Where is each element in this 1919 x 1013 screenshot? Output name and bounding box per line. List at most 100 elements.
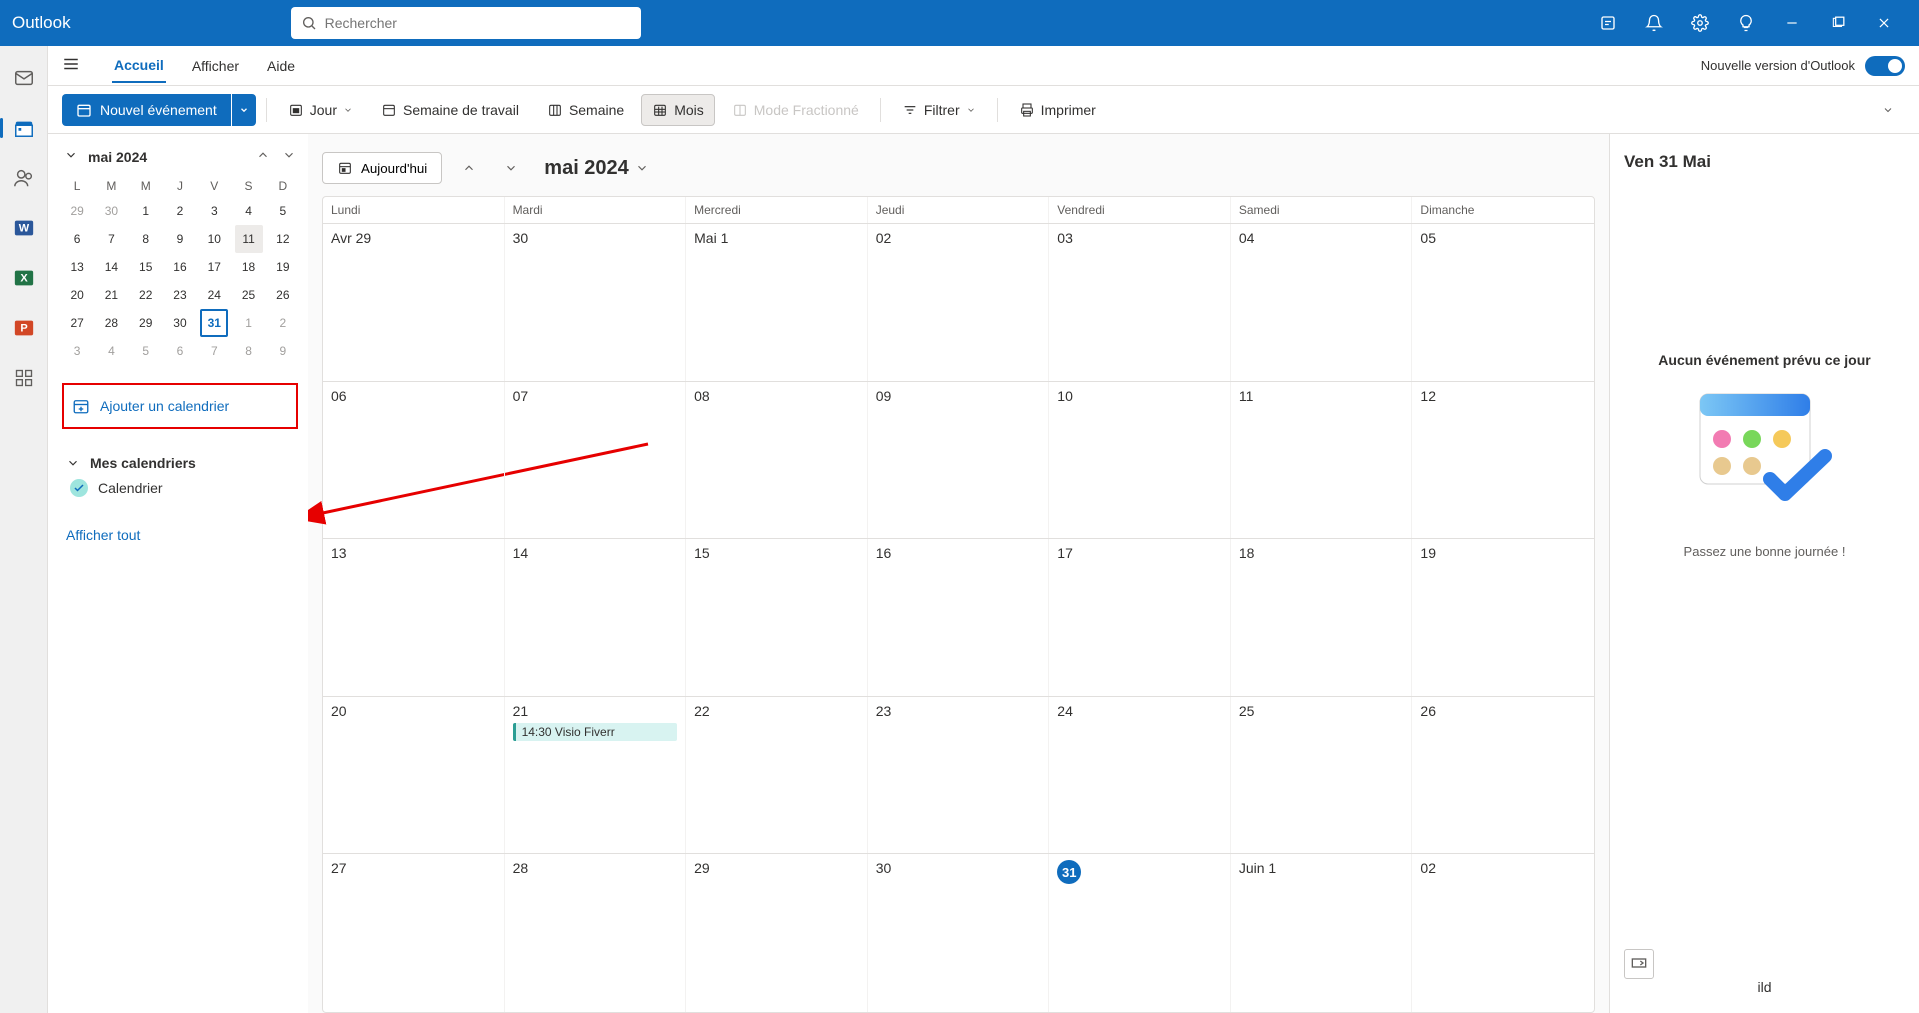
my-calendars-header[interactable]: Mes calendriers bbox=[66, 455, 294, 471]
mini-day[interactable]: 7 bbox=[97, 225, 125, 253]
calendar-cell[interactable]: 20 bbox=[323, 697, 505, 854]
calendar-cell[interactable]: 30 bbox=[505, 224, 687, 381]
mini-day[interactable]: 23 bbox=[166, 281, 194, 309]
mini-day[interactable]: 7 bbox=[200, 337, 228, 365]
calendar-cell[interactable]: 09 bbox=[868, 382, 1050, 539]
calendar-cell[interactable]: 2114:30 Visio Fiverr bbox=[505, 697, 687, 854]
view-week-button[interactable]: Semaine bbox=[536, 94, 635, 126]
calendar-cell[interactable]: 13 bbox=[323, 539, 505, 696]
event-chip[interactable]: 14:30 Visio Fiverr bbox=[513, 723, 678, 741]
new-event-dropdown[interactable] bbox=[232, 94, 256, 126]
mini-day[interactable]: 21 bbox=[97, 281, 125, 309]
mini-day[interactable]: 4 bbox=[97, 337, 125, 365]
calendar-cell[interactable]: 27 bbox=[323, 854, 505, 1012]
mini-day[interactable]: 12 bbox=[269, 225, 297, 253]
calendar-cell[interactable]: 29 bbox=[686, 854, 868, 1012]
calendar-cell[interactable]: 02 bbox=[1412, 854, 1594, 1012]
print-button[interactable]: Imprimer bbox=[1008, 94, 1107, 126]
hamburger-icon[interactable] bbox=[62, 55, 80, 76]
mini-day[interactable]: 31 bbox=[200, 309, 228, 337]
mini-day[interactable]: 6 bbox=[63, 225, 91, 253]
filter-button[interactable]: Filtrer bbox=[891, 94, 987, 126]
calendar-cell[interactable]: 15 bbox=[686, 539, 868, 696]
calendar-cell[interactable]: 10 bbox=[1049, 382, 1231, 539]
mini-day[interactable]: 14 bbox=[97, 253, 125, 281]
add-calendar-button[interactable]: Ajouter un calendrier bbox=[62, 383, 298, 429]
cal-next-icon[interactable] bbox=[496, 153, 526, 183]
calendar-cell[interactable]: 04 bbox=[1231, 224, 1413, 381]
mini-day[interactable]: 30 bbox=[166, 309, 194, 337]
show-all-link[interactable]: Afficher tout bbox=[56, 513, 304, 557]
calendar-cell[interactable]: Mai 1 bbox=[686, 224, 868, 381]
calendar-check-icon[interactable] bbox=[70, 479, 88, 497]
mini-day[interactable]: 2 bbox=[166, 197, 194, 225]
mini-day[interactable]: 2 bbox=[269, 309, 297, 337]
mini-day[interactable]: 8 bbox=[132, 225, 160, 253]
calendar-cell[interactable]: 06 bbox=[323, 382, 505, 539]
mini-day[interactable]: 11 bbox=[235, 225, 263, 253]
today-button[interactable]: Aujourd'hui bbox=[322, 152, 442, 184]
calendar-cell[interactable]: 24 bbox=[1049, 697, 1231, 854]
new-event-button[interactable]: Nouvel événement bbox=[62, 94, 231, 126]
mini-day[interactable]: 27 bbox=[63, 309, 91, 337]
mini-day[interactable]: 5 bbox=[269, 197, 297, 225]
mini-day[interactable]: 3 bbox=[200, 197, 228, 225]
mini-day[interactable]: 29 bbox=[63, 197, 91, 225]
mini-day[interactable]: 19 bbox=[269, 253, 297, 281]
mini-day[interactable]: 9 bbox=[166, 225, 194, 253]
tab-home[interactable]: Accueil bbox=[112, 49, 166, 83]
rail-powerpoint-icon[interactable]: P bbox=[8, 312, 40, 344]
calendar-cell[interactable]: 07 bbox=[505, 382, 687, 539]
calendar-cell[interactable]: 05 bbox=[1412, 224, 1594, 381]
note-icon[interactable] bbox=[1585, 0, 1631, 46]
calendar-cell[interactable]: 30 bbox=[868, 854, 1050, 1012]
rail-excel-icon[interactable]: X bbox=[8, 262, 40, 294]
search-box[interactable] bbox=[291, 7, 641, 39]
rail-word-icon[interactable]: W bbox=[8, 212, 40, 244]
mini-day[interactable]: 1 bbox=[235, 309, 263, 337]
new-outlook-toggle[interactable] bbox=[1865, 56, 1905, 76]
maximize-icon[interactable] bbox=[1815, 0, 1861, 46]
mini-day[interactable]: 10 bbox=[200, 225, 228, 253]
calendar-cell[interactable]: 31 bbox=[1049, 854, 1231, 1012]
mini-day[interactable]: 30 bbox=[97, 197, 125, 225]
mini-day[interactable]: 5 bbox=[132, 337, 160, 365]
view-workweek-button[interactable]: Semaine de travail bbox=[370, 94, 530, 126]
rail-apps-icon[interactable] bbox=[8, 362, 40, 394]
mini-cal-next-icon[interactable] bbox=[282, 148, 296, 165]
mini-day[interactable]: 6 bbox=[166, 337, 194, 365]
mini-day[interactable]: 16 bbox=[166, 253, 194, 281]
mini-day[interactable]: 22 bbox=[132, 281, 160, 309]
calendar-cell[interactable]: 08 bbox=[686, 382, 868, 539]
calendar-cell[interactable]: 23 bbox=[868, 697, 1050, 854]
calendar-cell[interactable]: Juin 1 bbox=[1231, 854, 1413, 1012]
calendar-cell[interactable]: 12 bbox=[1412, 382, 1594, 539]
calendar-cell[interactable]: 22 bbox=[686, 697, 868, 854]
chevron-down-icon[interactable] bbox=[64, 148, 78, 165]
mini-day[interactable]: 18 bbox=[235, 253, 263, 281]
rail-calendar-icon[interactable] bbox=[8, 112, 40, 144]
mini-day[interactable]: 13 bbox=[63, 253, 91, 281]
minimize-icon[interactable] bbox=[1769, 0, 1815, 46]
gear-icon[interactable] bbox=[1677, 0, 1723, 46]
calendar-cell[interactable]: 25 bbox=[1231, 697, 1413, 854]
rail-mail-icon[interactable] bbox=[8, 62, 40, 94]
mini-day[interactable]: 20 bbox=[63, 281, 91, 309]
lightbulb-icon[interactable] bbox=[1723, 0, 1769, 46]
mini-day[interactable]: 17 bbox=[200, 253, 228, 281]
close-icon[interactable] bbox=[1861, 0, 1907, 46]
rail-people-icon[interactable] bbox=[8, 162, 40, 194]
panel-expand-icon[interactable] bbox=[1624, 949, 1654, 979]
mini-day[interactable]: 15 bbox=[132, 253, 160, 281]
mini-day[interactable]: 9 bbox=[269, 337, 297, 365]
search-input[interactable] bbox=[325, 15, 631, 31]
mini-day[interactable]: 8 bbox=[235, 337, 263, 365]
tab-help[interactable]: Aide bbox=[265, 50, 297, 82]
mini-day[interactable]: 25 bbox=[235, 281, 263, 309]
mini-day[interactable]: 28 bbox=[97, 309, 125, 337]
view-day-button[interactable]: Jour bbox=[277, 94, 364, 126]
calendar-cell[interactable]: 16 bbox=[868, 539, 1050, 696]
bell-icon[interactable] bbox=[1631, 0, 1677, 46]
calendar-cell[interactable]: 17 bbox=[1049, 539, 1231, 696]
tab-view[interactable]: Afficher bbox=[190, 50, 241, 82]
